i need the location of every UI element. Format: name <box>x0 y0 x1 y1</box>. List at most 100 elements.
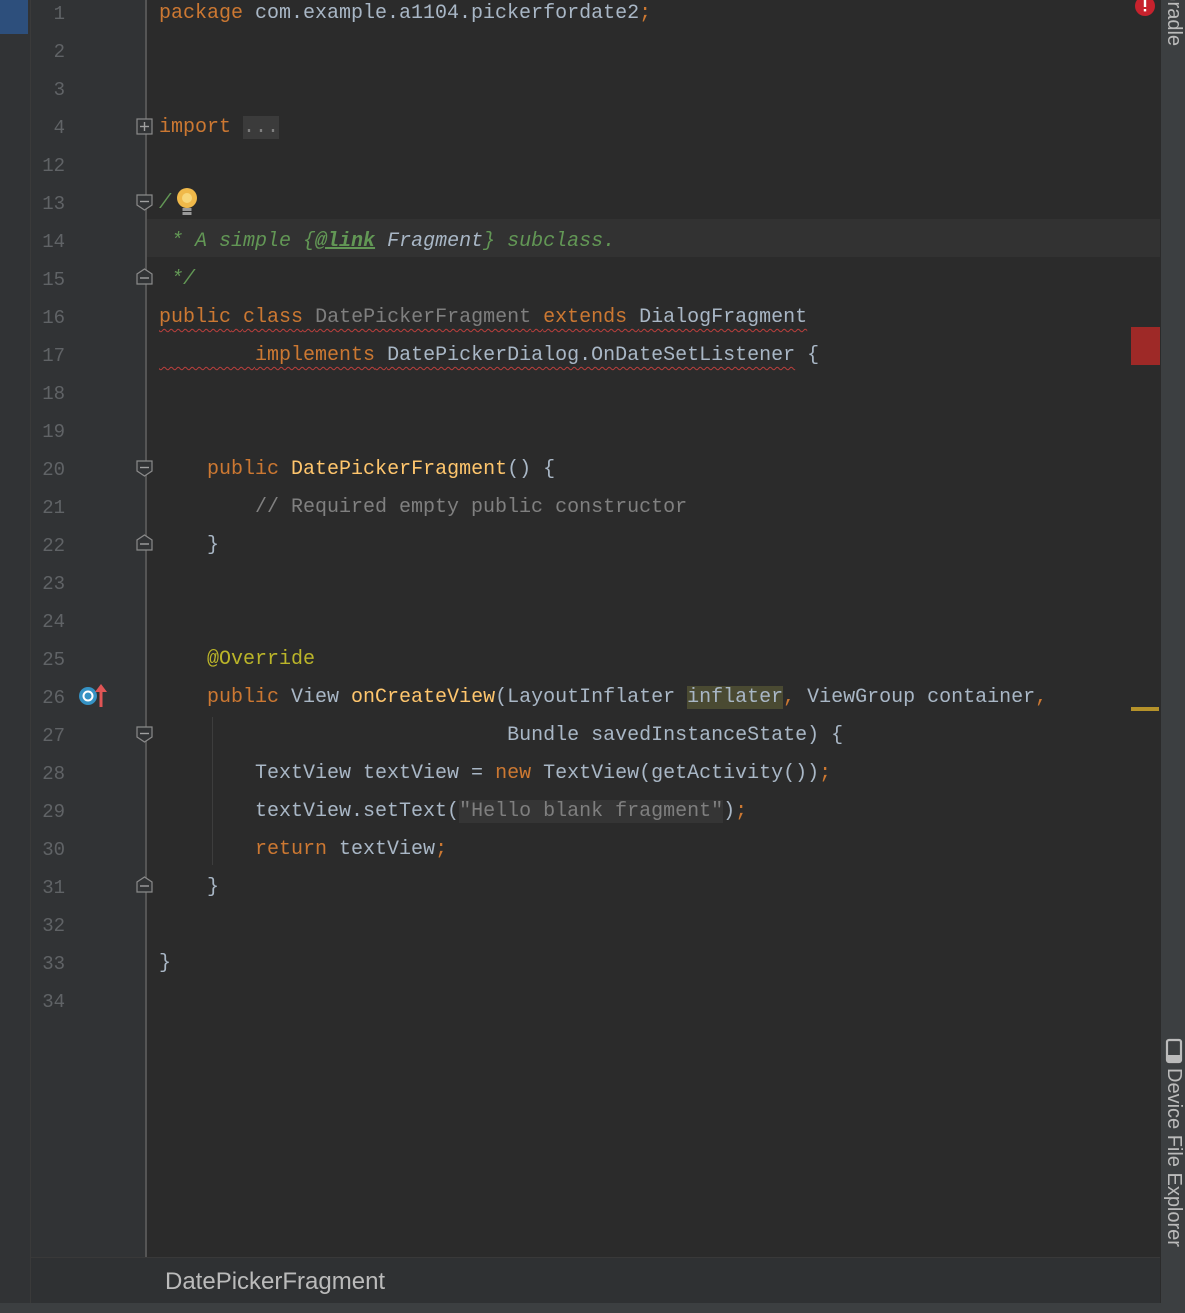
code-line-4[interactable]: import ... <box>159 109 280 147</box>
line-number: 31 <box>42 877 65 899</box>
keyword: new <box>495 762 532 785</box>
gradle-tool-tab[interactable]: Gradle <box>1162 0 1185 46</box>
code-line-20[interactable]: public DatePickerFragment() { <box>159 451 555 489</box>
doc-comment: * A simple <box>159 230 304 253</box>
code-line-30[interactable]: return textView; <box>159 831 447 869</box>
project-tool-tab[interactable] <box>0 0 28 34</box>
line-number: 22 <box>42 535 65 557</box>
brace: } <box>207 876 220 899</box>
code-line-13[interactable]: / <box>159 185 171 223</box>
parameter-list: Bundle savedInstanceState) { <box>507 724 844 747</box>
code-line-26[interactable]: public View onCreateView(LayoutInflater … <box>159 679 1047 717</box>
fold-expand-icon[interactable] <box>136 118 153 135</box>
code-line-16[interactable]: public class DatePickerFragment extends … <box>159 299 807 337</box>
interface-name[interactable]: DatePickerDialog.OnDateSetListener <box>387 344 795 367</box>
keyword: import <box>159 116 232 139</box>
doc-comment: / <box>159 192 172 215</box>
line-number: 26 <box>42 687 65 709</box>
string-literal[interactable]: "Hello blank fragment" <box>459 800 724 823</box>
folded-imports[interactable]: ... <box>243 116 280 139</box>
line-number: 20 <box>42 459 65 481</box>
semicolon: ; <box>639 2 652 25</box>
warning-stripe-marker[interactable] <box>1131 707 1159 711</box>
doc-link-tag[interactable]: @link <box>315 230 375 253</box>
code-line-1[interactable]: package com.example.a1104.pickerfordate2… <box>159 0 651 33</box>
keyword: extends <box>543 306 628 329</box>
line-number: 12 <box>42 155 65 177</box>
fold-end-icon[interactable] <box>136 268 153 285</box>
package-name: com.example.a1104.pickerfordate2 <box>243 2 640 25</box>
line-number: 23 <box>42 573 65 595</box>
line-number: 14 <box>42 231 65 253</box>
class-name[interactable]: DatePickerFragment <box>315 306 531 329</box>
semicolon: ; <box>735 800 748 823</box>
line-number: 16 <box>42 307 65 329</box>
fold-collapse-icon[interactable] <box>136 726 153 743</box>
line-number: 1 <box>53 3 65 25</box>
fold-collapse-icon[interactable] <box>136 194 153 211</box>
code-line-21[interactable]: // Required empty public constructor <box>159 489 687 527</box>
keyword: package <box>159 2 244 25</box>
statement: TextView textView = <box>255 762 496 785</box>
constructor-name[interactable]: DatePickerFragment <box>291 458 507 481</box>
keyword: implements <box>255 344 376 367</box>
lightbulb-icon[interactable] <box>174 186 200 218</box>
window-bottom-edge <box>0 1303 1185 1313</box>
comma: , <box>1035 686 1048 709</box>
punctuation: () { <box>507 458 556 481</box>
line-number: 34 <box>42 991 65 1013</box>
doc-comment: subclass. <box>495 230 616 253</box>
line-number: 17 <box>42 345 65 367</box>
super-class[interactable]: DialogFragment <box>639 306 807 329</box>
line-number: 30 <box>42 839 65 861</box>
line-number: 18 <box>42 383 65 405</box>
code-line-33[interactable]: } <box>159 945 171 983</box>
error-status-icon[interactable] <box>1134 0 1156 20</box>
code-line-22[interactable]: } <box>159 527 219 565</box>
fold-collapse-icon[interactable] <box>136 460 153 477</box>
statement: ) <box>723 800 736 823</box>
keyword: public <box>159 306 232 329</box>
doc-brace: { <box>303 230 316 253</box>
line-number: 2 <box>53 41 65 63</box>
error-stripe-marker[interactable] <box>1131 327 1160 365</box>
method-name[interactable]: onCreateView <box>351 686 495 709</box>
line-number: 15 <box>42 269 65 291</box>
doc-link-ref[interactable]: Fragment <box>375 230 483 253</box>
code-line-31[interactable]: } <box>159 869 219 907</box>
line-number: 21 <box>42 497 65 519</box>
fold-end-icon[interactable] <box>136 876 153 893</box>
fold-end-icon[interactable] <box>136 534 153 551</box>
code-line-17[interactable]: implements DatePickerDialog.OnDateSetLis… <box>159 337 819 375</box>
code-line-15[interactable]: */ <box>159 261 195 299</box>
code-line-27[interactable]: Bundle savedInstanceState) { <box>159 717 843 755</box>
brace: } <box>159 952 172 975</box>
line-number: 25 <box>42 649 65 671</box>
override-method-icon[interactable] <box>78 682 108 708</box>
semicolon: ; <box>819 762 832 785</box>
statement: TextView(getActivity()) <box>531 762 820 785</box>
code-editor[interactable] <box>147 0 1131 1257</box>
code-line-29[interactable]: textView.setText("Hello blank fragment")… <box>159 793 747 831</box>
statement: textView.setText( <box>255 800 460 823</box>
statement: textView <box>327 838 436 861</box>
line-number: 27 <box>42 725 65 747</box>
line-number: 3 <box>53 79 65 101</box>
device-icon <box>1165 1038 1183 1064</box>
line-number: 4 <box>53 117 65 139</box>
device-file-explorer-tool-tab[interactable]: Device File Explorer <box>1162 1068 1185 1247</box>
line-number: 32 <box>42 915 65 937</box>
code-line-28[interactable]: TextView textView = new TextView(getActi… <box>159 755 831 793</box>
parameter-list: (LayoutInflater <box>495 686 688 709</box>
parameter-highlight[interactable]: inflater <box>687 686 784 709</box>
type-name: View <box>279 686 352 709</box>
breadcrumb: DatePickerFragment <box>31 1257 1160 1304</box>
code-line-25[interactable]: @Override <box>159 641 315 679</box>
gutter-separator <box>145 0 147 1257</box>
line-number: 24 <box>42 611 65 633</box>
right-tool-strip: Gradle Device File Explorer <box>1160 0 1185 1313</box>
breadcrumb-item[interactable]: DatePickerFragment <box>165 1268 385 1296</box>
line-comment: // Required empty public constructor <box>255 496 688 519</box>
comma: , <box>783 686 796 709</box>
code-line-14[interactable]: * A simple {@link Fragment} subclass. <box>159 223 615 261</box>
